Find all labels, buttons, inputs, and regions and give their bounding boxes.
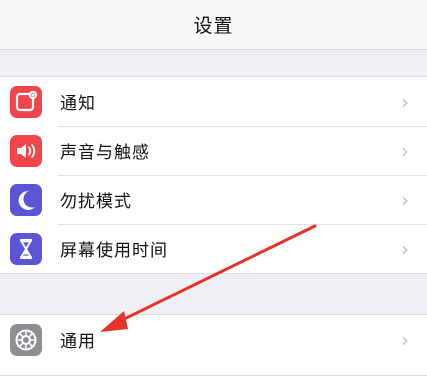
- settings-item-general[interactable]: 通用 ›: [0, 315, 427, 364]
- chevron-right-icon: ›: [401, 138, 409, 163]
- chevron-right-icon: ›: [401, 236, 409, 261]
- hourglass-icon: [10, 232, 42, 265]
- gear-icon: [10, 323, 42, 356]
- notifications-icon: [10, 85, 42, 118]
- chevron-right-icon: ›: [401, 187, 409, 212]
- settings-item-do-not-disturb[interactable]: 勿扰模式 ›: [0, 175, 427, 224]
- settings-item-screen-time[interactable]: 屏幕使用时间 ›: [0, 224, 427, 273]
- settings-group-general: 通用 ›: [0, 314, 427, 376]
- settings-item-label: 屏幕使用时间: [60, 241, 168, 261]
- settings-item-label: 声音与触感: [60, 143, 150, 163]
- settings-item-sounds[interactable]: 声音与触感 ›: [0, 126, 427, 175]
- moon-icon: [10, 183, 42, 216]
- settings-group-top: 通知 › 声音与触感 › 勿扰模式 › 屏幕使用时间 ›: [0, 76, 427, 274]
- speaker-icon: [10, 134, 42, 167]
- chevron-right-icon: ›: [401, 89, 409, 114]
- navigation-bar: 设置: [0, 0, 427, 50]
- page-title: 设置: [193, 15, 234, 37]
- settings-item-label: 通知: [60, 94, 96, 114]
- settings-item-label: 勿扰模式: [60, 192, 132, 212]
- settings-item-label: 通用: [60, 332, 96, 352]
- chevron-right-icon: ›: [401, 327, 409, 352]
- settings-item-notifications[interactable]: 通知 ›: [0, 77, 427, 126]
